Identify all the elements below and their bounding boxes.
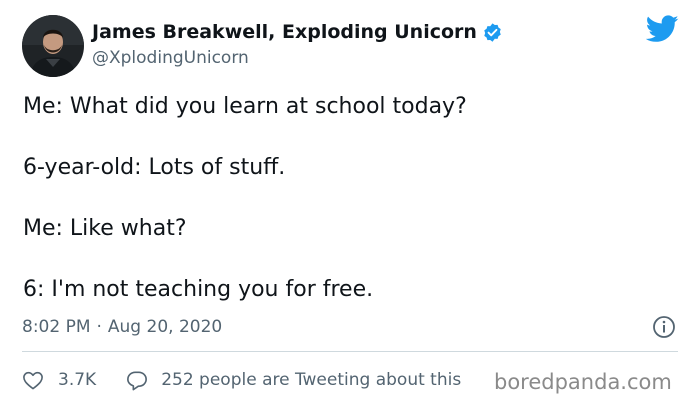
tweet-timestamp[interactable]: 8:02 PM · Aug 20, 2020 (22, 317, 222, 337)
watermark: boredpanda.com (490, 370, 678, 394)
conversation-link[interactable]: 252 people are Tweeting about this (126, 370, 461, 391)
user-handle[interactable]: @XplodingUnicorn (92, 48, 249, 68)
like-button[interactable]: 3.7K (22, 370, 96, 390)
tweeting-about-text[interactable]: 252 people are Tweeting about this (161, 370, 461, 390)
tweet-text-line-4: 6: I'm not teaching you for free. (23, 277, 374, 302)
speech-bubble-icon (127, 370, 148, 390)
heart-icon (23, 371, 43, 390)
tweet-text-line-1: Me: What did you learn at school today? (23, 94, 467, 119)
tweet-text-line-3: Me: Like what? (23, 216, 187, 241)
tweet-date[interactable]: Aug 20, 2020 (108, 317, 222, 337)
tweet-text-line-2: 6-year-old: Lots of stuff. (23, 155, 286, 180)
tweet-time[interactable]: 8:02 PM (22, 317, 91, 337)
divider (22, 351, 678, 352)
info-icon[interactable] (652, 315, 676, 339)
like-count: 3.7K (58, 370, 97, 390)
verified-badge-icon (482, 22, 503, 43)
avatar[interactable] (22, 15, 84, 77)
display-name[interactable]: James Breakwell, Exploding Unicorn (92, 21, 477, 43)
tweet-actions: 3.7K 252 people are Tweeting about this (22, 368, 461, 392)
twitter-bird-icon[interactable] (645, 15, 679, 43)
author-name-row: James Breakwell, Exploding Unicorn (92, 21, 503, 43)
timestamp-separator: · (96, 317, 102, 337)
